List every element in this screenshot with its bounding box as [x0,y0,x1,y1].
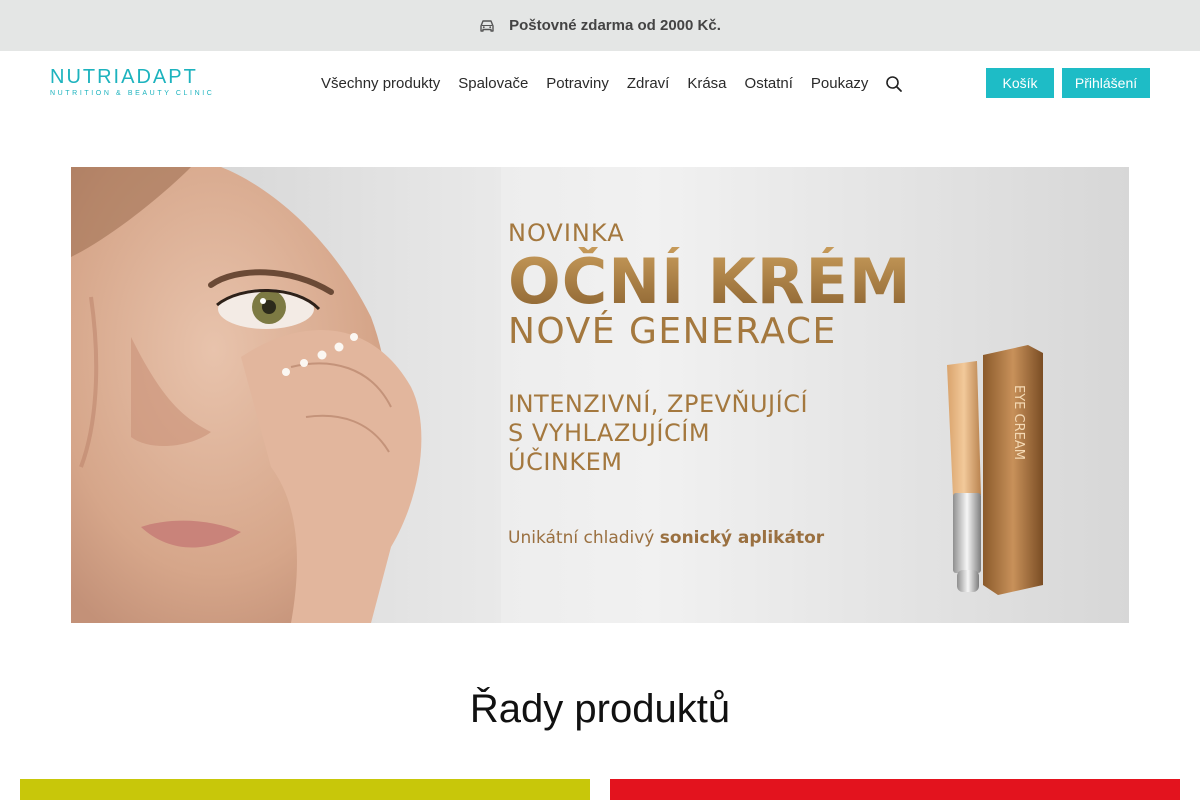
nav-item-burners[interactable]: Spalovače [449,75,537,92]
car-icon [480,19,494,32]
nav-item-health[interactable]: Zdraví [618,75,679,92]
search-icon[interactable] [885,75,903,93]
shipping-banner: Poštovné zdarma od 2000 Kč. [0,0,1200,51]
shipping-text: Poštovné zdarma od 2000 Kč. [509,17,721,34]
hero-kicker: NOVINKA [508,219,625,247]
hero-model-photo [71,167,501,623]
nav-item-vouchers[interactable]: Poukazy [802,75,878,92]
hero-tagline-bold: sonický aplikátor [659,528,825,548]
product-line-tile[interactable] [610,779,1180,800]
hero-tagline: Unikátní chladivý sonický aplikátor [508,528,912,548]
hero-copy: NOVINKA OČNÍ KRÉM NOVÉ GENERACE INTENZIV… [508,219,912,548]
hero-banner[interactable]: NOVINKA OČNÍ KRÉM NOVÉ GENERACE INTENZIV… [71,167,1129,623]
nav-item-other[interactable]: Ostatní [736,75,802,92]
logo-tagline: NUTRITION & BEAUTY CLINIC [50,90,215,97]
product-lines-title: Řady produktů [469,687,731,731]
hero-benefit-line: S VYHLAZUJÍCÍM [508,419,711,447]
nav-item-food[interactable]: Potraviny [537,75,618,92]
hero-benefit-line: INTENZIVNÍ, ZPEVŇUJÍCÍ [508,390,809,418]
product-line-tile[interactable] [20,779,590,800]
login-button[interactable]: Přihlášení [1062,68,1150,98]
eye-cream-product-image: EYE CREAM EYE CREAM [947,345,1043,595]
nav-item-all-products[interactable]: Všechny produkty [312,75,449,92]
hero-benefits: INTENZIVNÍ, ZPEVŇUJÍCÍ S VYHLAZUJÍCÍM ÚČ… [508,390,912,477]
hero-headline: OČNÍ KRÉM [508,245,912,318]
site-header: NUTRIADAPT NUTRITION & BEAUTY CLINIC Vše… [0,51,1200,113]
logo[interactable]: NUTRIADAPT NUTRITION & BEAUTY CLINIC [50,67,214,97]
product-box-label: EYE CREAM [1011,385,1026,460]
nav-item-beauty[interactable]: Krása [678,75,735,92]
cart-button[interactable]: Košík [986,68,1054,98]
hero-benefit-line: ÚČINKEM [508,448,623,476]
main-nav: Všechny produkty Spalovače Potraviny Zdr… [312,73,903,93]
logo-wordmark: NUTRIADAPT [50,66,198,88]
hero-tagline-prefix: Unikátní chladivý [508,528,660,548]
